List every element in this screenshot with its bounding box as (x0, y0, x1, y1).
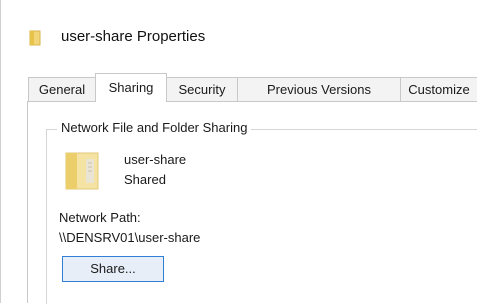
folder-icon (29, 30, 41, 46)
window-title: user-share Properties (61, 28, 206, 45)
tab-general[interactable]: General (28, 77, 96, 101)
tab-security[interactable]: Security (166, 77, 238, 101)
network-path-label: Network Path: (59, 210, 141, 225)
network-path-value: \\DENSRV01\user-share (59, 230, 201, 245)
share-button[interactable]: Share... (62, 256, 164, 282)
properties-dialog: user-share Properties General Sharing Se… (0, 0, 477, 304)
tab-previous-versions[interactable]: Previous Versions (237, 77, 401, 101)
tab-customize[interactable]: Customize (400, 77, 477, 101)
sharing-tab-panel: Network File and Folder Sharing user-sha… (27, 101, 477, 304)
group-title: Network File and Folder Sharing (57, 120, 252, 135)
tab-strip: General Sharing Security Previous Versio… (26, 73, 477, 102)
tab-sharing[interactable]: Sharing (95, 73, 167, 102)
share-name: user-share (124, 152, 187, 167)
title-bar[interactable]: user-share Properties (1, 0, 477, 72)
network-sharing-group: Network File and Folder Sharing user-sha… (46, 120, 477, 304)
share-status: Shared (124, 172, 166, 187)
folder-icon (64, 151, 100, 191)
